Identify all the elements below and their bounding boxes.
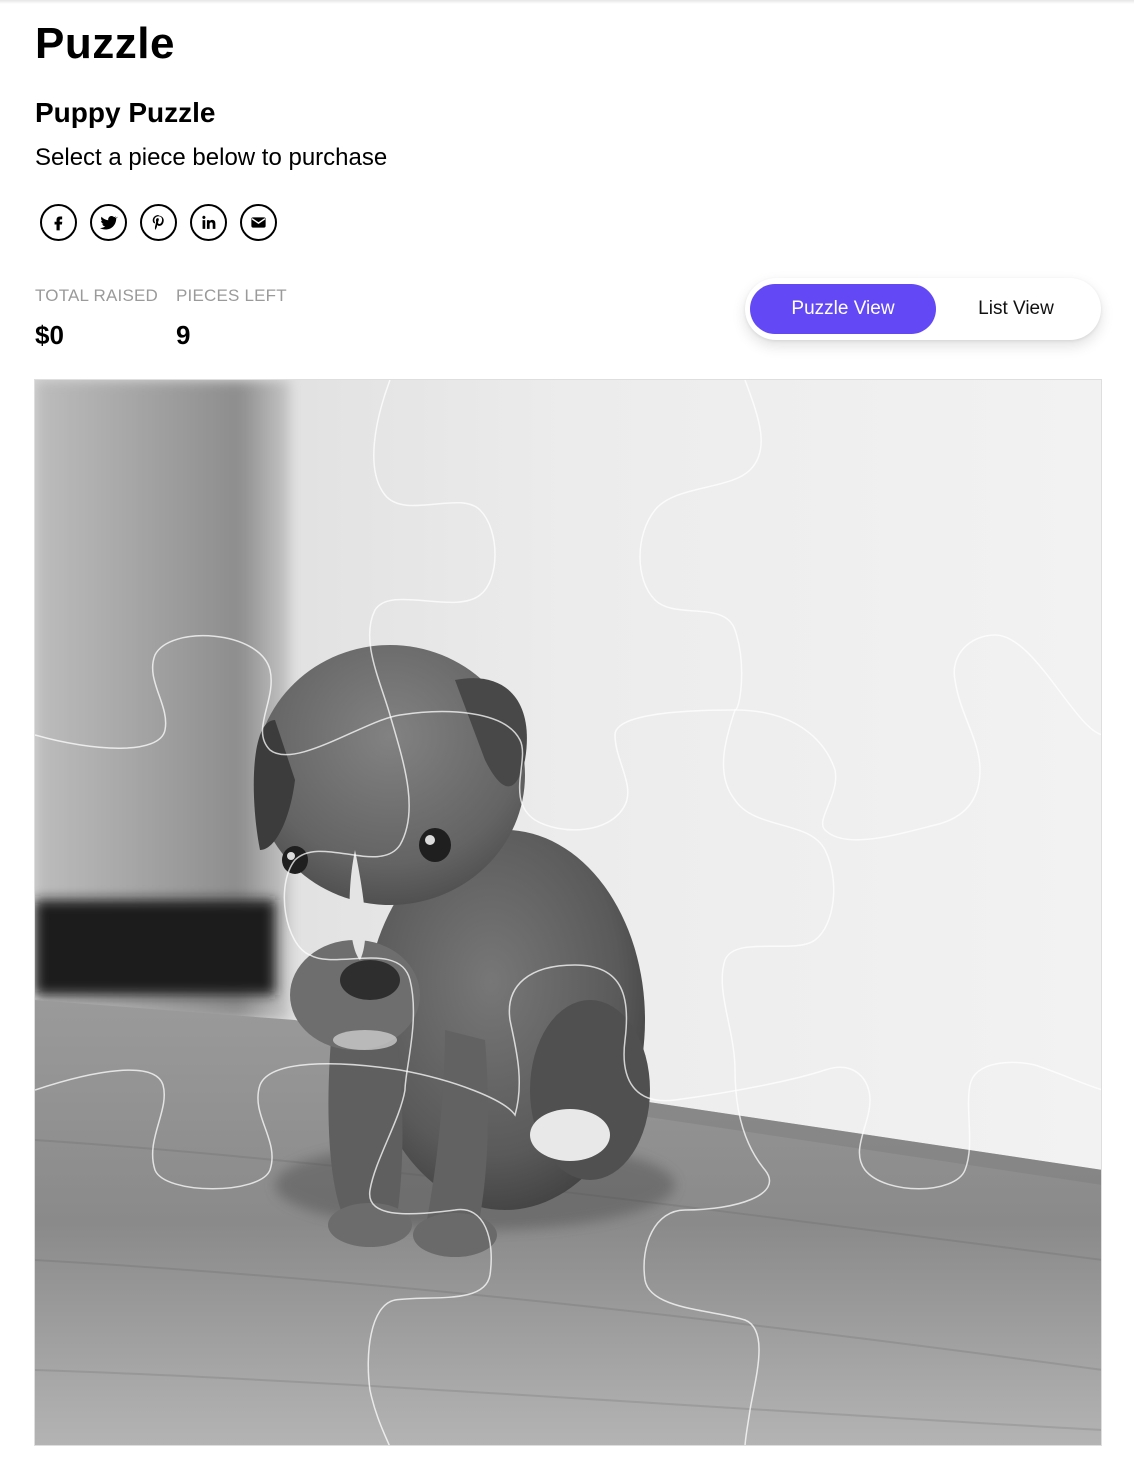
share-linkedin-button[interactable] (190, 204, 227, 241)
page-title: Puzzle (35, 19, 175, 68)
list-view-button[interactable]: List View (936, 284, 1096, 334)
share-twitter-button[interactable] (90, 204, 127, 241)
puzzle-name: Puppy Puzzle (35, 97, 216, 128)
view-toggle: Puzzle View List View (745, 278, 1101, 340)
puzzle-view-button[interactable]: Puzzle View (750, 284, 936, 334)
puzzle-instruction: Select a piece below to purchase (35, 144, 388, 171)
twitter-icon (99, 216, 118, 230)
share-facebook-button[interactable] (40, 204, 77, 241)
dark-baseboard (35, 900, 275, 995)
total-raised-label: TOTAL RAISED (35, 286, 159, 305)
linkedin-icon (202, 215, 216, 229)
puzzle-image (35, 380, 1101, 1445)
puzzle-board[interactable] (34, 379, 1102, 1446)
email-icon (251, 217, 266, 228)
total-raised-stat: TOTAL RAISED $0 (35, 286, 158, 350)
total-raised-value: $0 (35, 320, 64, 350)
pieces-left-value: 9 (176, 320, 191, 350)
top-edge-shadow (0, 0, 1134, 4)
share-buttons (40, 204, 277, 241)
pieces-left-label: PIECES LEFT (176, 286, 287, 305)
share-email-button[interactable] (240, 204, 277, 241)
pieces-left-stat: PIECES LEFT 9 (176, 286, 287, 350)
share-pinterest-button[interactable] (140, 204, 177, 241)
facebook-icon (54, 216, 63, 231)
pinterest-icon (152, 214, 164, 230)
